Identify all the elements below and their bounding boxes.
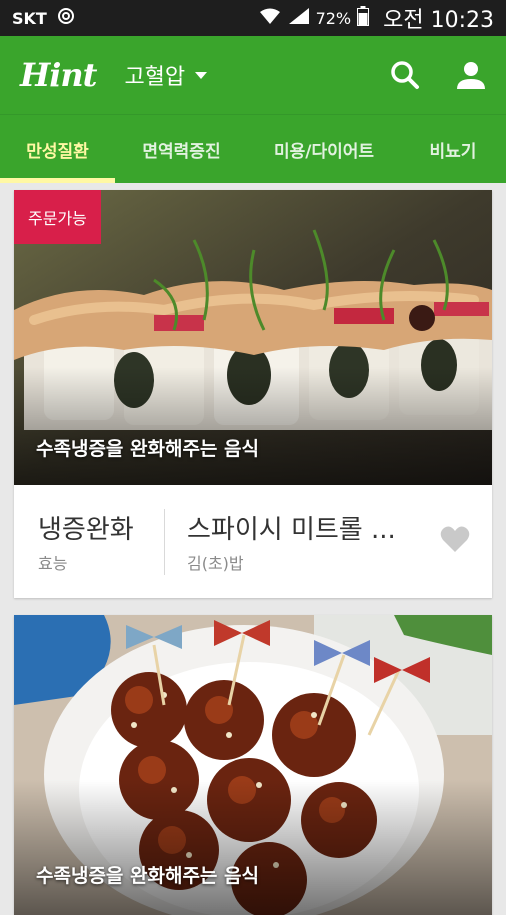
condition-selector[interactable]: 고혈압 bbox=[124, 59, 208, 91]
app-logo[interactable]: Hint bbox=[20, 56, 97, 94]
food-card[interactable]: 주문가능 수족냉증을 완화해주는 음식 냉증완화 효능 스파이시 미트롤 ...… bbox=[14, 190, 492, 598]
clock: 오전 10:23 bbox=[383, 8, 494, 33]
effect-title: 냉증완화 bbox=[38, 515, 134, 545]
condition-label: 고혈압 bbox=[124, 65, 186, 90]
effect-label: 효능 bbox=[38, 554, 68, 573]
tab-urology[interactable]: 비뇨기 bbox=[400, 115, 506, 183]
food-card[interactable]: 수족냉증을 완화해주는 음식 bbox=[14, 615, 492, 915]
app-bar: Hint 고혈압 bbox=[0, 36, 506, 114]
heart-icon[interactable] bbox=[440, 525, 470, 553]
food-category: 김(초)밥 bbox=[187, 554, 244, 573]
category-tabs: 만성질환 면역력증진 미용/다이어트 비뇨기 bbox=[0, 114, 506, 183]
food-photo[interactable]: 주문가능 수족냉증을 완화해주는 음식 bbox=[14, 190, 492, 485]
tab-chronic-disease[interactable]: 만성질환 bbox=[0, 115, 115, 183]
chevron-down-icon bbox=[195, 71, 208, 79]
tab-label: 비뇨기 bbox=[429, 141, 477, 162]
photo-caption: 수족냉증을 완화해주는 음식 bbox=[36, 865, 259, 887]
tab-beauty-diet[interactable]: 미용/다이어트 bbox=[248, 115, 400, 183]
food-photo[interactable]: 수족냉증을 완화해주는 음식 bbox=[14, 615, 492, 915]
wifi-icon bbox=[258, 7, 282, 30]
photo-caption: 수족냉증을 완화해주는 음식 bbox=[36, 438, 259, 460]
order-available-badge: 주문가능 bbox=[14, 190, 101, 244]
tab-label: 미용/다이어트 bbox=[273, 141, 375, 162]
food-info: 냉증완화 효능 스파이시 미트롤 ... 김(초)밥 bbox=[14, 485, 492, 598]
tab-label: 면역력증진 bbox=[142, 141, 221, 162]
search-icon[interactable] bbox=[390, 60, 420, 90]
account-icon[interactable] bbox=[456, 60, 486, 90]
status-bar: SKT 72% 오전 10:23 bbox=[0, 0, 506, 36]
battery-icon bbox=[357, 5, 370, 31]
tab-label: 만성질환 bbox=[26, 141, 89, 162]
sync-icon bbox=[57, 7, 75, 29]
battery-percent: 72% bbox=[315, 8, 352, 28]
signal-icon bbox=[288, 7, 310, 30]
carrier-label: SKT bbox=[12, 8, 47, 28]
tab-immunity[interactable]: 면역력증진 bbox=[115, 115, 248, 183]
